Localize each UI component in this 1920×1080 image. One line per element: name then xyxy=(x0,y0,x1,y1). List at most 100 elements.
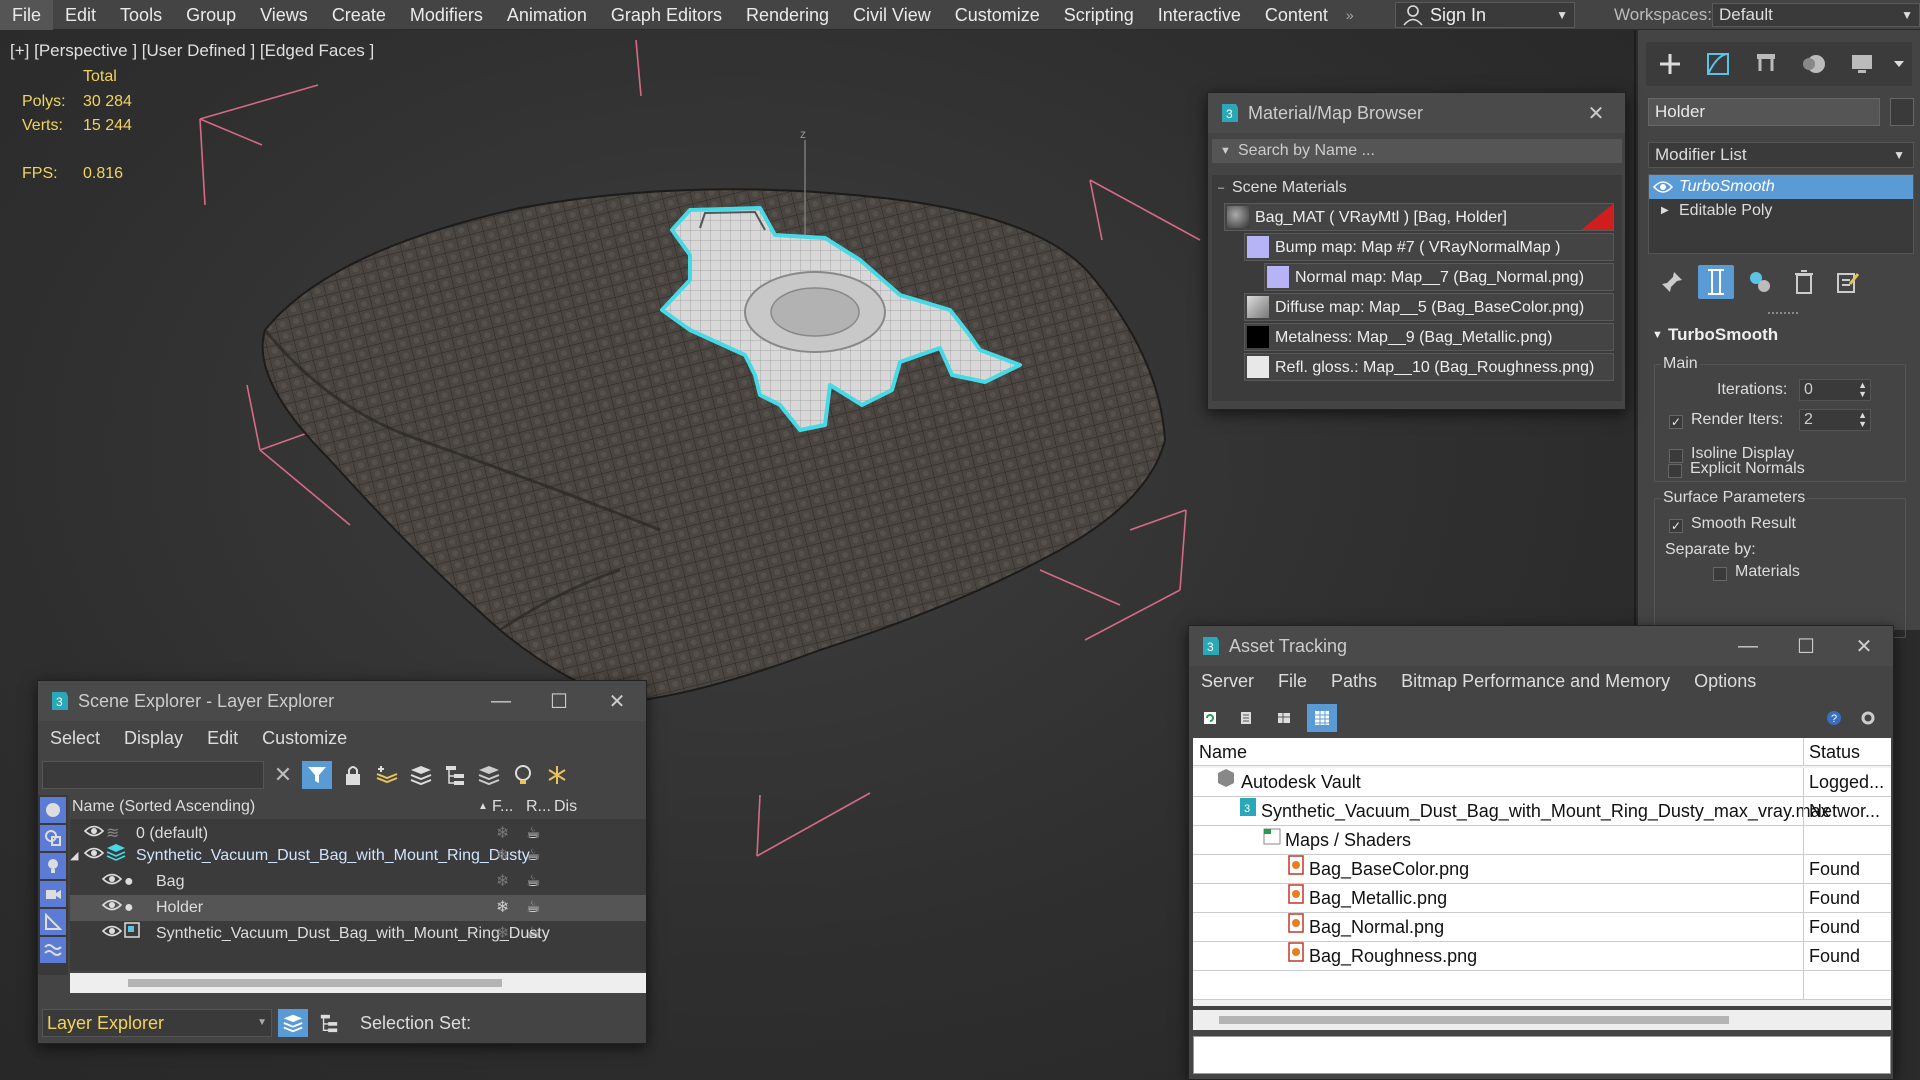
asset-row-metallic[interactable]: Bag_Metallic.png Found xyxy=(1193,884,1891,913)
scrollbar-thumb[interactable] xyxy=(1219,1016,1729,1024)
asset-row-maps-shaders[interactable]: Maps / Shaders xyxy=(1193,826,1891,855)
asset-row-max-file[interactable]: 3 Synthetic_Vacuum_Dust_Bag_with_Mount_R… xyxy=(1193,797,1891,826)
layer-stack-button[interactable] xyxy=(474,761,504,789)
at-menu-options[interactable]: Options xyxy=(1682,671,1768,692)
se-menu-edit[interactable]: Edit xyxy=(195,728,250,749)
materials-checkbox[interactable] xyxy=(1713,567,1727,581)
material-row-diffuse-map[interactable]: Diffuse map: Map__5 (Bag_BaseColor.png) xyxy=(1244,293,1614,321)
filter-button[interactable] xyxy=(302,761,332,789)
at-menu-server[interactable]: Server xyxy=(1189,671,1266,692)
sort-by-hierarchy-button[interactable] xyxy=(314,1009,344,1037)
asset-row-normal[interactable]: Bag_Normal.png Found xyxy=(1193,913,1891,942)
table-view-button[interactable] xyxy=(1269,704,1299,732)
menu-civil-view[interactable]: Civil View xyxy=(841,0,943,30)
teapot-icon[interactable]: ☕ xyxy=(526,843,540,869)
se-menu-display[interactable]: Display xyxy=(112,728,195,749)
asset-tracking-horizontal-scrollbar[interactable] xyxy=(1193,1010,1891,1030)
isoline-display-checkbox[interactable] xyxy=(1669,449,1683,463)
menu-file[interactable]: File xyxy=(0,0,54,30)
menu-content[interactable]: Content xyxy=(1253,0,1340,30)
modifier-list-dropdown[interactable]: Modifier List ▼ xyxy=(1648,142,1914,168)
configure-modifier-sets-button[interactable] xyxy=(1830,265,1866,299)
show-end-result-button[interactable] xyxy=(1698,265,1734,299)
scene-filter-input[interactable] xyxy=(42,761,264,789)
asset-row-roughness[interactable]: Bag_Roughness.png Found xyxy=(1193,942,1891,971)
menu-overflow-button[interactable]: » xyxy=(1340,7,1360,23)
menu-rendering[interactable]: Rendering xyxy=(734,0,841,30)
material-row-metalness-map[interactable]: Metalness: Map__9 (Bag_Metallic.png) xyxy=(1244,323,1614,351)
teapot-icon[interactable]: ☕ xyxy=(526,921,540,947)
maximize-button[interactable]: ☐ xyxy=(1777,626,1835,666)
explicit-normals-checkbox[interactable] xyxy=(1668,464,1682,478)
object-color-swatch[interactable] xyxy=(1890,98,1914,126)
scrollbar-thumb[interactable] xyxy=(128,979,502,987)
list-view-button[interactable] xyxy=(1231,704,1261,732)
sign-in-dropdown[interactable]: Sign In ▼ xyxy=(1395,2,1575,28)
display-lights-button[interactable] xyxy=(40,853,66,879)
snowflake-icon[interactable]: ❄ xyxy=(496,921,509,947)
col-frozen-header[interactable]: F... xyxy=(492,795,513,819)
stack-item-turbosmooth[interactable]: TurboSmooth xyxy=(1649,175,1913,199)
snowflake-icon[interactable]: ❄ xyxy=(496,895,509,921)
scene-explorer-horizontal-scrollbar[interactable] xyxy=(70,973,646,993)
refresh-button[interactable] xyxy=(1195,704,1225,732)
material-row-bump-map[interactable]: Bump map: Map #7 ( VRayNormalMap ) xyxy=(1244,233,1614,261)
col-name-header[interactable]: Name xyxy=(1199,738,1247,766)
menu-modifiers[interactable]: Modifiers xyxy=(398,0,495,30)
help-button[interactable]: ? xyxy=(1819,704,1849,732)
add-to-layer-button[interactable] xyxy=(406,761,436,789)
display-shapes-button[interactable] xyxy=(40,825,66,851)
menu-edit[interactable]: Edit xyxy=(53,0,108,30)
turbosmooth-rollout-header[interactable]: ▼ TurboSmooth xyxy=(1648,322,1914,348)
teapot-icon[interactable]: ☕ xyxy=(526,895,540,921)
display-spacewarps-button[interactable] xyxy=(40,937,66,963)
scene-materials-header[interactable]: – Scene Materials xyxy=(1212,175,1622,201)
se-menu-select[interactable]: Select xyxy=(38,728,112,749)
settings-button[interactable] xyxy=(1853,704,1883,732)
close-button[interactable]: ✕ xyxy=(1567,93,1625,133)
display-tab[interactable] xyxy=(1844,48,1880,80)
object-row-holder[interactable]: ● Holder ❄ ☕ xyxy=(70,895,646,921)
minimize-button[interactable]: — xyxy=(1719,626,1777,666)
spinner-arrows-icon[interactable]: ▲ ▼ xyxy=(1858,381,1867,399)
new-layer-button[interactable] xyxy=(372,761,402,789)
at-menu-bitmap-performance[interactable]: Bitmap Performance and Memory xyxy=(1389,671,1682,692)
create-tab[interactable] xyxy=(1652,48,1688,80)
freeze-button[interactable] xyxy=(542,761,572,789)
eye-icon[interactable] xyxy=(1653,179,1673,195)
material-row-bag-mat[interactable]: Bag_MAT ( VRayMtl ) [Bag, Holder] xyxy=(1224,203,1614,231)
at-menu-paths[interactable]: Paths xyxy=(1319,671,1389,692)
menu-views[interactable]: Views xyxy=(248,0,320,30)
column-separator[interactable] xyxy=(1803,738,1804,765)
col-name-header[interactable]: Name (Sorted Ascending) xyxy=(72,795,255,819)
maximize-button[interactable]: ☐ xyxy=(530,681,588,721)
render-iters-spinner[interactable]: 2 ▲ ▼ xyxy=(1799,409,1871,431)
iterations-spinner[interactable]: 0 ▲ ▼ xyxy=(1799,379,1871,401)
col-status-header[interactable]: Status xyxy=(1809,738,1889,766)
menu-interactive[interactable]: Interactive xyxy=(1146,0,1253,30)
grid-view-button[interactable] xyxy=(1307,704,1337,732)
motion-tab[interactable] xyxy=(1796,48,1832,80)
panel-divider[interactable] xyxy=(1768,312,1798,316)
hierarchy-tab[interactable] xyxy=(1748,48,1784,80)
make-unique-button[interactable] xyxy=(1742,265,1778,299)
highlight-selected-button[interactable] xyxy=(508,761,538,789)
stack-item-editable-poly[interactable]: ▶ Editable Poly xyxy=(1649,199,1913,223)
col-renderable-header[interactable]: R... xyxy=(526,795,551,819)
asset-row-vault[interactable]: Autodesk Vault Logged... xyxy=(1193,768,1891,797)
remove-modifier-button[interactable] xyxy=(1786,265,1822,299)
eye-icon[interactable] xyxy=(83,843,105,869)
menu-graph-editors[interactable]: Graph Editors xyxy=(599,0,734,30)
object-name-field[interactable]: Holder xyxy=(1648,98,1880,126)
menu-animation[interactable]: Animation xyxy=(495,0,599,30)
modify-tab[interactable] xyxy=(1700,48,1736,80)
spinner-arrows-icon[interactable]: ▲ ▼ xyxy=(1858,411,1867,429)
material-row-refl-gloss-map[interactable]: Refl. gloss.: Map__10 (Bag_Roughness.png… xyxy=(1244,353,1614,381)
explorer-type-select[interactable]: Layer Explorer ▼ xyxy=(42,1009,272,1037)
asset-tracking-titlebar[interactable]: 3 Asset Tracking — ☐ ✕ xyxy=(1189,626,1893,666)
snowflake-icon[interactable]: ❄ xyxy=(496,843,509,869)
menu-tools[interactable]: Tools xyxy=(108,0,174,30)
teapot-icon[interactable]: ☕ xyxy=(526,869,540,895)
layer-row-synthetic-vacuum[interactable]: ◢ Synthetic_Vacuum_Dust_Bag_with_Mount_R… xyxy=(70,843,646,869)
search-options-arrow-icon[interactable]: ▼ xyxy=(1220,139,1231,163)
